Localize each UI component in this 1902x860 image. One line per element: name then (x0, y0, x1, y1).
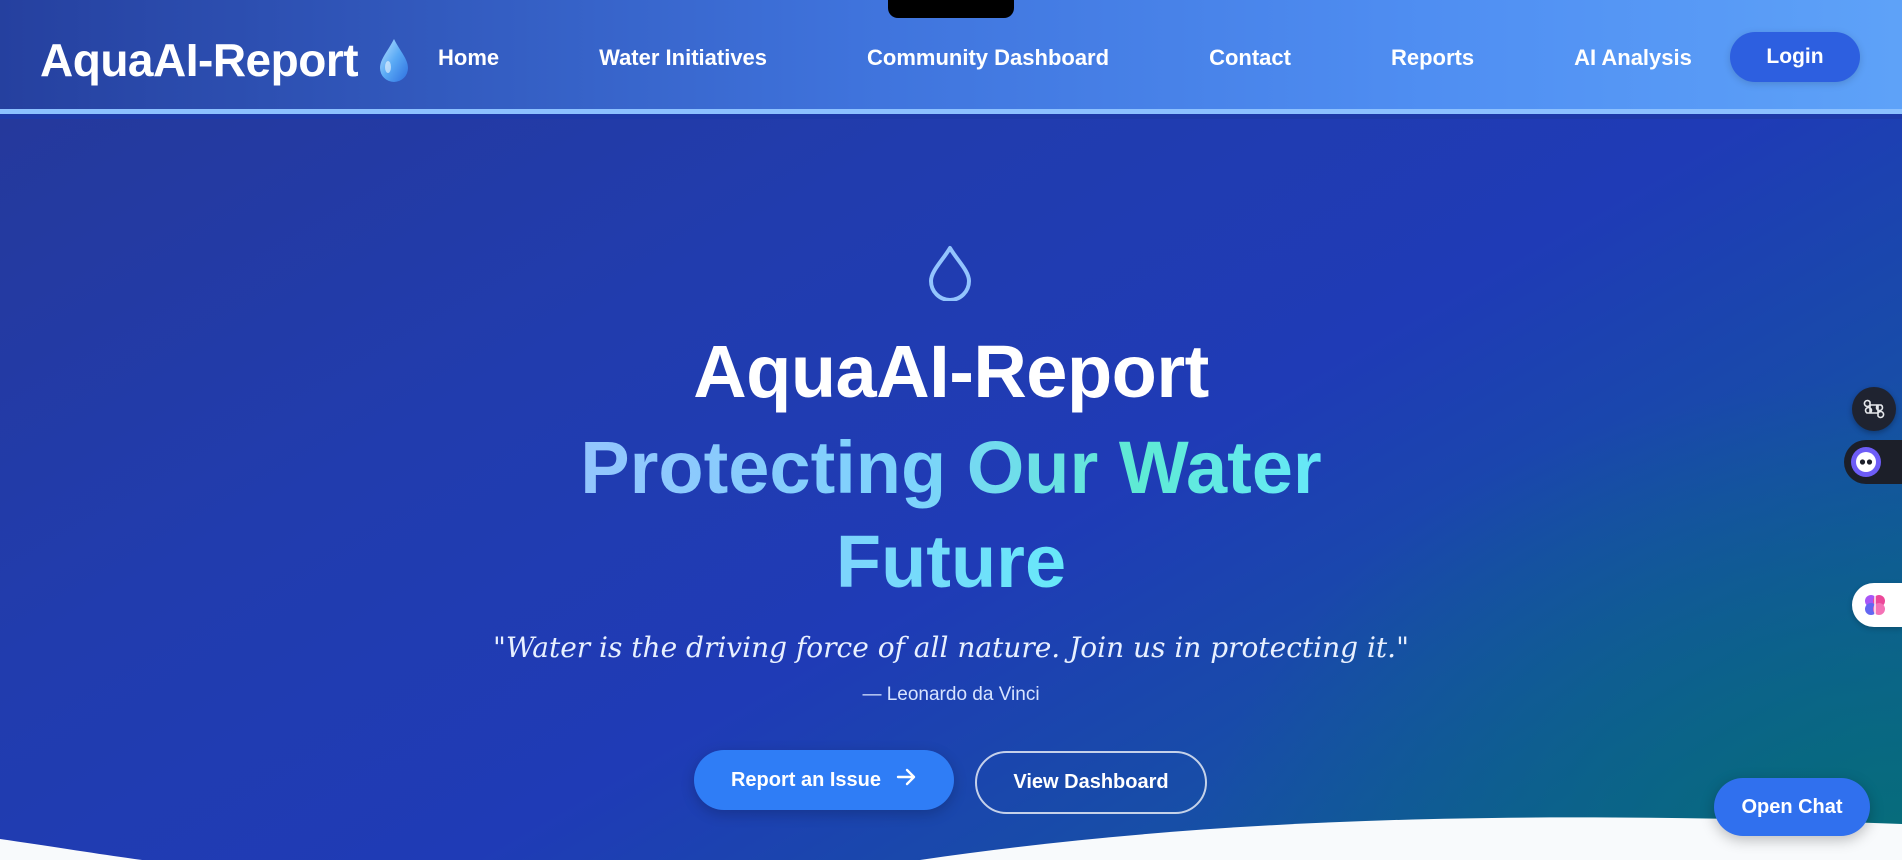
top-navigation-bar: AquaAI-Report Home Water Initiatives Com… (0, 0, 1902, 114)
nav-link-ai-analysis[interactable]: AI Analysis (1574, 45, 1692, 71)
nav-link-community-dashboard[interactable]: Community Dashboard (867, 45, 1109, 71)
bot-icon[interactable] (1844, 440, 1902, 484)
brain-icon[interactable] (1852, 583, 1902, 627)
arrow-right-icon (895, 766, 917, 794)
open-chat-button[interactable]: Open Chat (1714, 778, 1870, 836)
report-issue-label: Report an Issue (730, 768, 882, 791)
report-issue-button[interactable]: Report an Issue (694, 750, 954, 810)
hero-subtitle-line2: Future (835, 520, 1067, 603)
water-drop-outline-icon (927, 245, 973, 306)
main-nav-links: Home Water Initiatives Community Dashboa… (438, 40, 1692, 76)
brand-logo[interactable]: AquaAI-Report (40, 32, 410, 88)
nav-link-water-initiatives[interactable]: Water Initiatives (599, 45, 767, 71)
command-icon[interactable] (1852, 387, 1896, 431)
hero-section: AquaAI-Report Protecting Our Water Futur… (0, 119, 1902, 860)
quote-author: — Leonardo da Vinci (862, 684, 1040, 705)
nav-link-reports[interactable]: Reports (1391, 45, 1474, 71)
view-dashboard-button[interactable]: View Dashboard (975, 751, 1207, 814)
water-drop-icon (378, 37, 410, 83)
hero-title: AquaAI-Report (693, 330, 1209, 413)
login-button[interactable]: Login (1730, 32, 1860, 82)
hero-quote: "Water is the driving force of all natur… (493, 631, 1409, 664)
hero-subtitle: Protecting Our Water Future (0, 421, 1902, 609)
camera-notch (888, 0, 1014, 18)
brand-name[interactable]: AquaAI-Report (40, 33, 359, 87)
nav-link-home[interactable]: Home (438, 45, 499, 71)
nav-link-contact[interactable]: Contact (1209, 45, 1291, 71)
hero-subtitle-line1: Protecting Our Water (580, 426, 1322, 509)
